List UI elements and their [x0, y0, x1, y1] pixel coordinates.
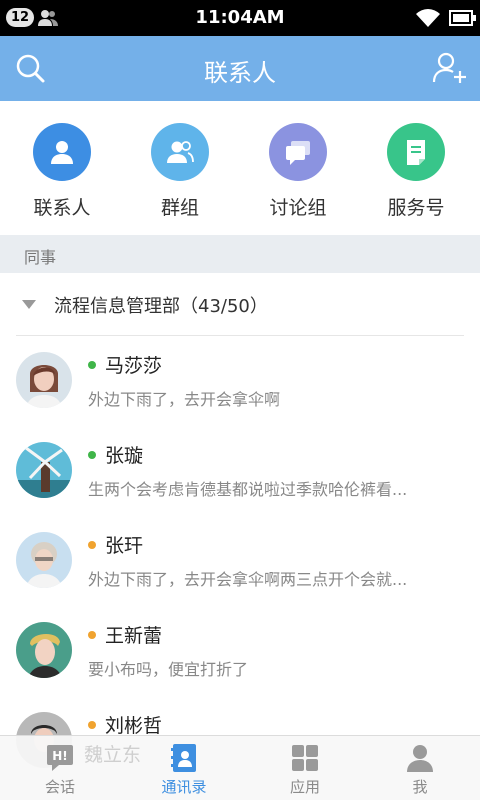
- add-contact-icon[interactable]: [432, 51, 468, 85]
- address-book-icon: [171, 744, 196, 772]
- quick-action-discussions[interactable]: 讨论组: [239, 101, 357, 235]
- status-bar: 12 11:04AM: [0, 0, 480, 36]
- battery-icon: [449, 10, 476, 26]
- quick-action-label: 讨论组: [269, 197, 327, 219]
- tab-label: 会话: [44, 778, 75, 796]
- tab-conversations[interactable]: H! 会话: [0, 736, 120, 800]
- contact-row[interactable]: 马莎莎 外边下雨了，去开会拿伞啊: [0, 336, 480, 428]
- away-status-dot: [88, 721, 96, 729]
- person-icon: [33, 123, 91, 181]
- contact-message: 外边下雨了，去开会拿伞啊: [88, 390, 281, 409]
- document-icon: [387, 123, 445, 181]
- chat-bubbles-icon: [269, 123, 327, 181]
- quick-action-service[interactable]: 服务号: [357, 101, 475, 235]
- avatar: [16, 622, 72, 678]
- tab-label: 应用: [289, 778, 320, 796]
- avatar: [16, 352, 72, 408]
- apps-grid-icon: [292, 745, 318, 771]
- page-title: 联系人: [204, 59, 276, 87]
- contact-name: 马莎莎: [105, 355, 163, 377]
- section-label: 同事: [24, 248, 57, 267]
- quick-action-label: 群组: [160, 197, 199, 219]
- contact-message: 外边下雨了，去开会拿伞啊两三点开个会就...: [88, 570, 408, 589]
- group-icon: [151, 123, 209, 181]
- chat-hi-icon: H!: [47, 745, 73, 771]
- wifi-icon: [416, 9, 440, 27]
- contact-name: 张玕: [105, 535, 144, 557]
- clock: 11:04AM: [195, 7, 285, 28]
- contact-message: 生两个会考虑肯德基都说啦过季款哈伦裤看...: [88, 480, 408, 499]
- avatar: [16, 442, 72, 498]
- contact-row[interactable]: 张璇 生两个会考虑肯德基都说啦过季款哈伦裤看...: [0, 426, 480, 518]
- contact-name: 王新蕾: [105, 625, 163, 647]
- svg-text:H!: H!: [52, 749, 68, 763]
- away-status-dot: [88, 631, 96, 639]
- tab-apps[interactable]: 应用: [245, 736, 365, 800]
- contact-message: 要小布吗，便宜打折了: [88, 660, 249, 679]
- contact-name: 张璇: [105, 445, 144, 467]
- bottom-tab-bar: 魏立东 H! 会话 通讯录 应用 我: [0, 735, 480, 800]
- quick-action-groups[interactable]: 群组: [121, 101, 239, 235]
- avatar: [16, 532, 72, 588]
- online-status-dot: [88, 451, 96, 459]
- quick-actions: 联系人 群组 讨论组 服务号: [0, 101, 480, 235]
- quick-action-label: 联系人: [33, 197, 91, 219]
- contact-name: 刘彬哲: [105, 715, 163, 737]
- department-label: 流程信息管理部（43/50）: [54, 296, 268, 317]
- department-group-row[interactable]: 流程信息管理部（43/50）: [0, 273, 480, 336]
- quick-action-label: 服务号: [387, 197, 445, 219]
- tab-label: 通讯录: [161, 778, 207, 796]
- header-bar: 联系人: [0, 36, 480, 101]
- online-status-dot: [88, 361, 96, 369]
- section-header: 同事: [0, 235, 480, 273]
- tab-address-book[interactable]: 通讯录: [124, 736, 244, 800]
- quick-action-contacts[interactable]: 联系人: [3, 101, 121, 235]
- tab-me[interactable]: 我: [360, 736, 480, 800]
- tab-label: 我: [412, 778, 428, 796]
- contact-row[interactable]: 王新蕾 要小布吗，便宜打折了: [0, 606, 480, 698]
- contact-row[interactable]: 张玕 外边下雨了，去开会拿伞啊两三点开个会就...: [0, 516, 480, 608]
- caret-down-icon: [22, 300, 36, 309]
- away-status-dot: [88, 541, 96, 549]
- profile-icon: [407, 745, 433, 772]
